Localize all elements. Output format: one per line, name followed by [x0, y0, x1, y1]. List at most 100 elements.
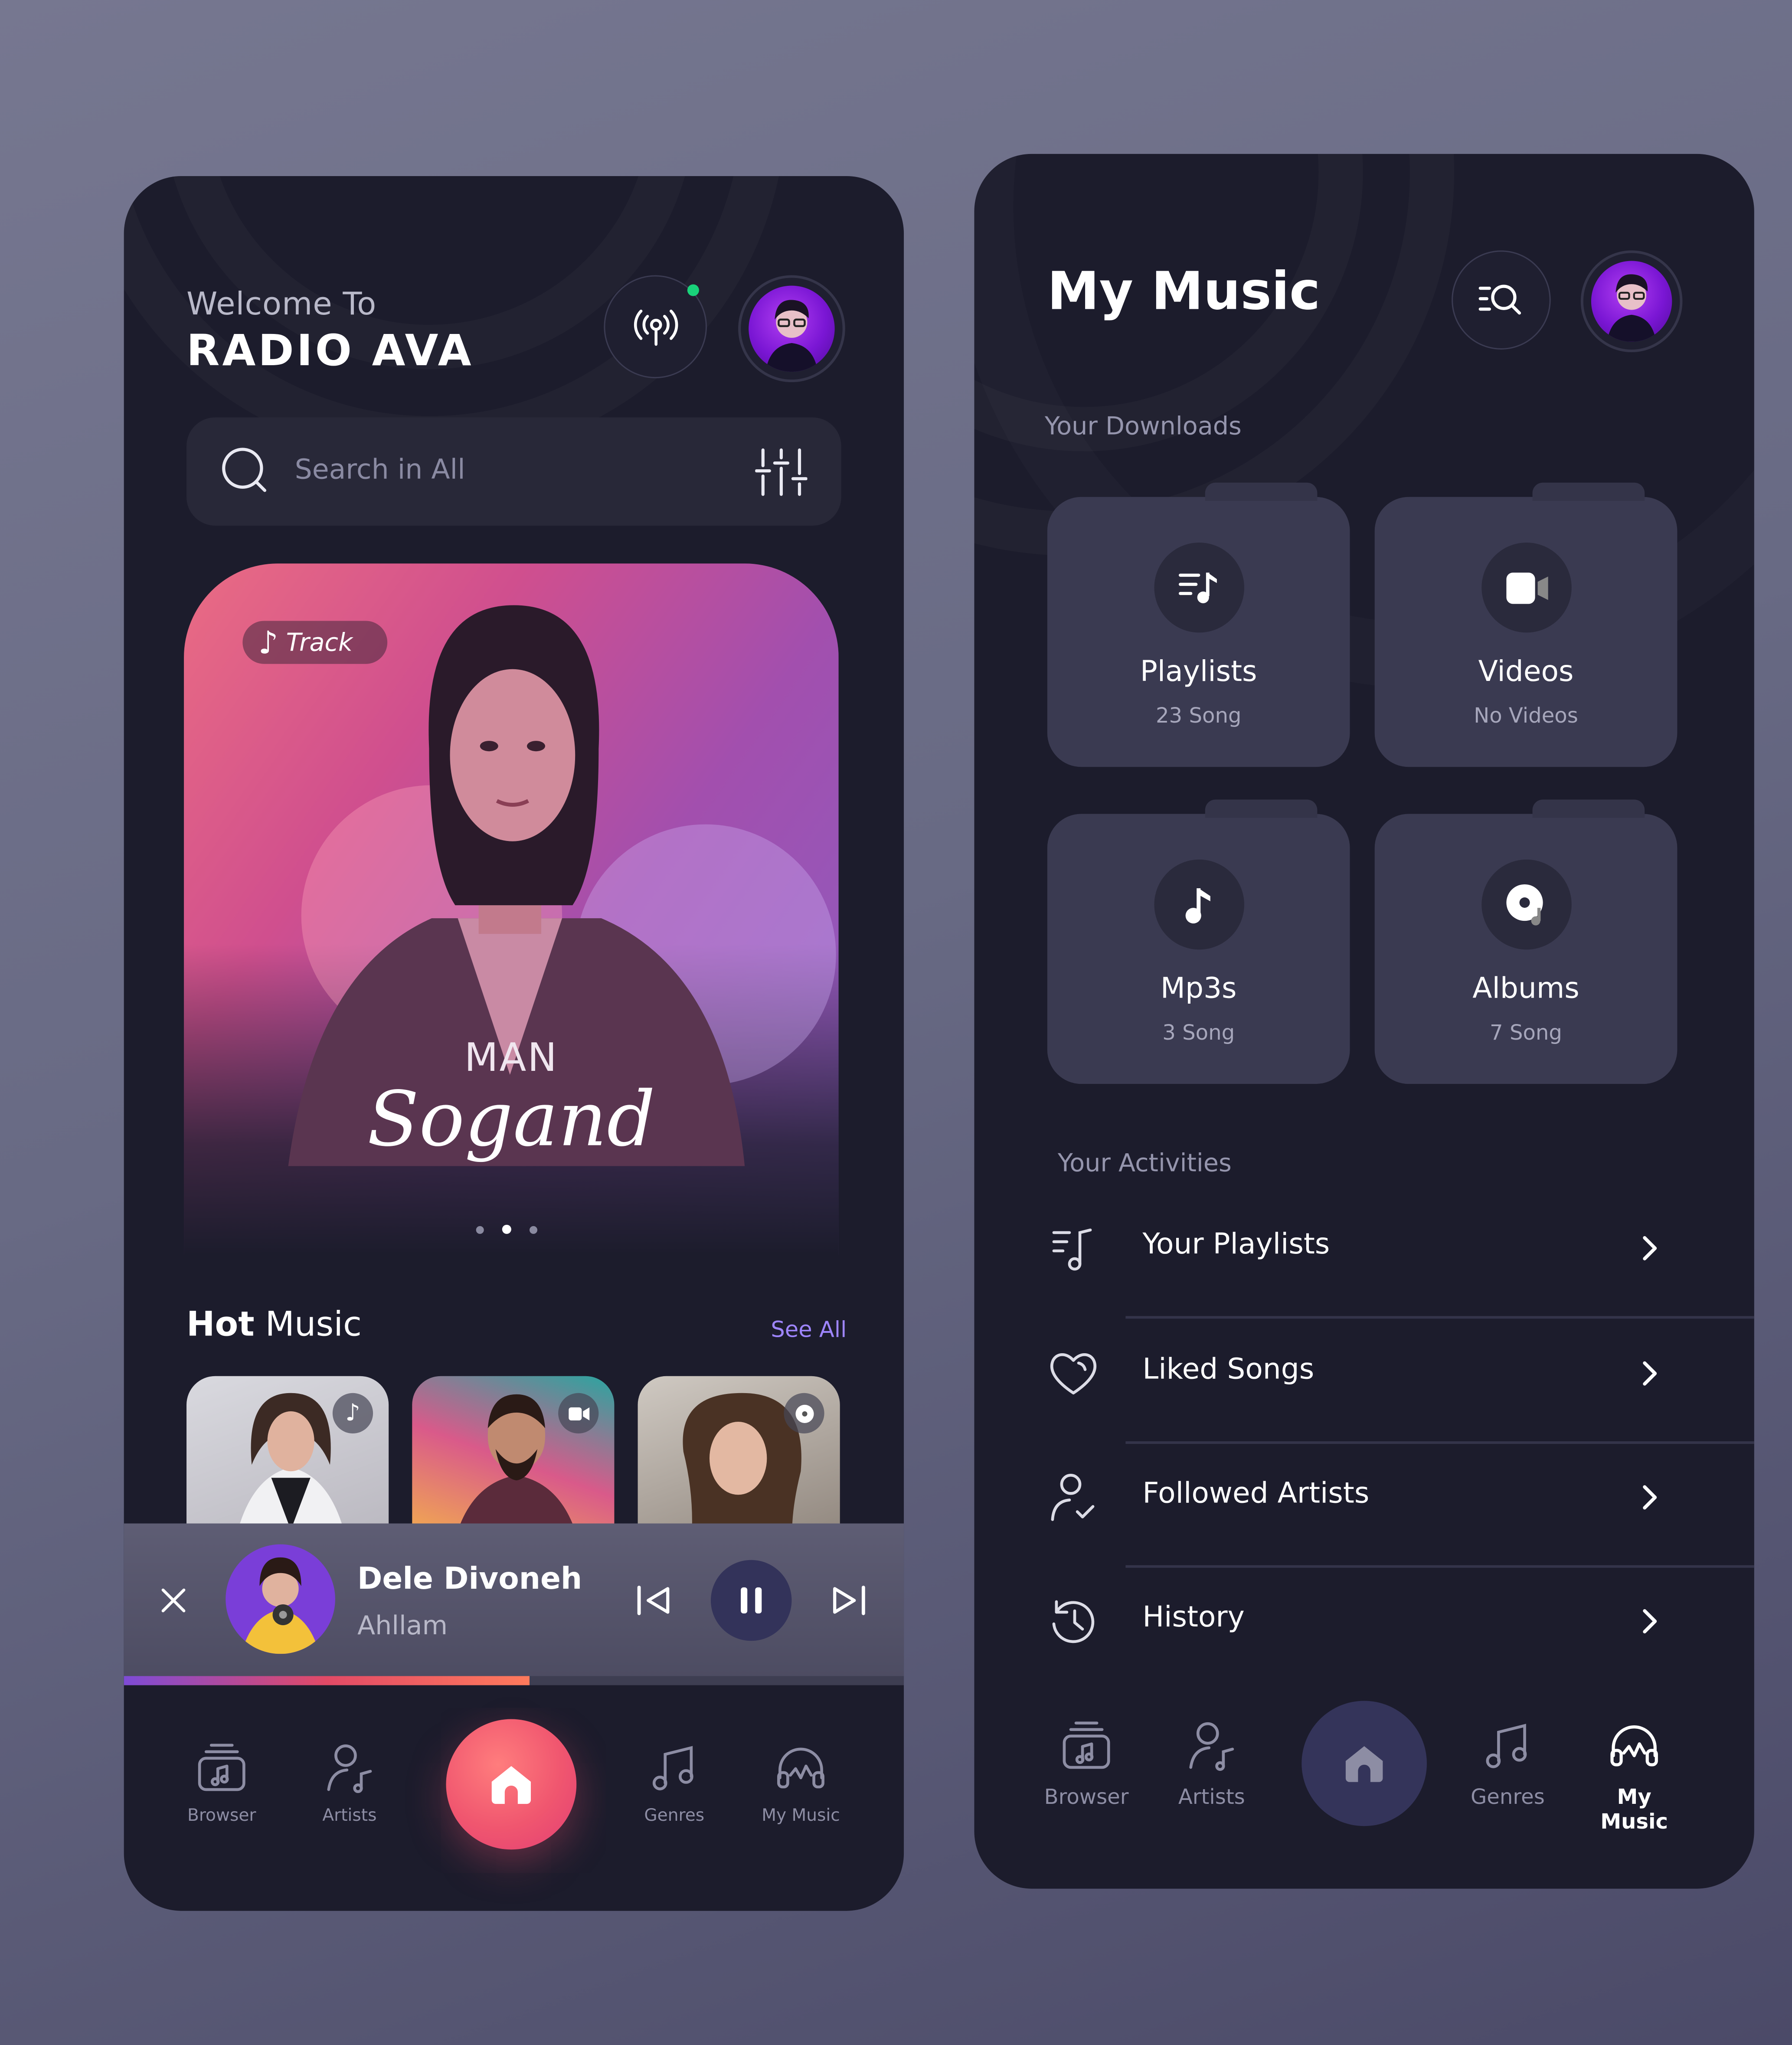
search-list-button[interactable] [1452, 250, 1551, 350]
nav-artists[interactable]: Artists [1170, 1719, 1253, 1809]
nav-label: My Music [762, 1806, 840, 1826]
section-title-hot-music: Hot Music [186, 1306, 362, 1345]
activity-your-playlists[interactable]: Your Playlists [1047, 1194, 1754, 1318]
hot-music-card[interactable] [638, 1376, 840, 1546]
browser-icon [1063, 1721, 1110, 1769]
search-input[interactable]: Search in All [295, 454, 465, 485]
hot-music-card[interactable]: ♪ [186, 1376, 389, 1546]
activity-label: Liked Songs [1142, 1354, 1315, 1387]
user-photo-icon [1607, 274, 1656, 342]
card-title: Videos [1478, 656, 1574, 689]
card-title: Albums [1472, 973, 1579, 1006]
card-title: Mp3s [1160, 973, 1237, 1006]
welcome-text: Welcome To [186, 285, 377, 322]
nav-genres[interactable]: Genres [635, 1741, 713, 1826]
carousel-indicator[interactable] [476, 1224, 538, 1234]
featured-track-banner[interactable]: ♪ Track MAN Sogand [184, 563, 839, 1255]
downloads-albums-card[interactable]: Albums 7 Song [1374, 799, 1678, 1084]
card-icon [1481, 543, 1572, 633]
see-all-link[interactable]: See All [771, 1317, 847, 1343]
nav-my-music-active[interactable]: My Music [1582, 1719, 1687, 1834]
search-list-icon [1478, 285, 1521, 315]
card-subtitle: 23 Song [1155, 703, 1242, 728]
hot-title-rest: Music [254, 1306, 362, 1345]
broadcast-icon [633, 309, 677, 345]
divider [1125, 1316, 1754, 1318]
music-note-icon: ♪ [258, 624, 278, 661]
home-screen: Welcome To RADIO AVA Search in All ♪ Tra… [124, 176, 904, 1911]
user-check-icon [1051, 1473, 1095, 1521]
home-icon [491, 1766, 531, 1804]
next-track-icon[interactable] [831, 1585, 867, 1616]
now-playing-bar[interactable]: Dele Divoneh Ahllam [124, 1523, 904, 1678]
carousel-dot[interactable] [529, 1225, 538, 1234]
downloads-playlists-card[interactable]: Playlists 23 Song [1047, 482, 1350, 767]
track-type-badge [558, 1393, 599, 1434]
nav-artists[interactable]: Artists [311, 1741, 389, 1826]
headphones-icon [777, 1747, 824, 1789]
card-subtitle: No Videos [1474, 703, 1578, 728]
section-label-downloads: Your Downloads [1044, 412, 1242, 441]
close-icon[interactable] [160, 1587, 186, 1613]
avatar [1591, 261, 1672, 342]
page-title: My Music [1047, 262, 1321, 322]
nav-my-music[interactable]: My Music [755, 1741, 847, 1826]
music-note-icon: ♪ [345, 1399, 360, 1427]
artists-icon [327, 1744, 372, 1793]
card-subtitle: 3 Song [1162, 1020, 1235, 1045]
chevron-right-icon [1643, 1609, 1657, 1634]
pause-button[interactable] [710, 1560, 792, 1641]
card-subtitle: 7 Song [1490, 1020, 1562, 1045]
activity-followed-artists[interactable]: Followed Artists [1047, 1443, 1754, 1567]
brand-logo: RADIO AVA [186, 324, 474, 376]
music-note-icon [1185, 887, 1210, 923]
profile-avatar[interactable] [738, 275, 845, 383]
nav-browser[interactable]: Browser [183, 1741, 261, 1826]
profile-avatar[interactable] [1580, 250, 1683, 352]
activity-liked-songs[interactable]: Liked Songs [1047, 1319, 1754, 1443]
playlist-icon [1178, 572, 1216, 603]
activity-label: History [1142, 1601, 1245, 1635]
filter-sliders-icon[interactable] [755, 448, 808, 497]
nav-label: Artists [1178, 1784, 1245, 1809]
nav-browser[interactable]: Browser [1040, 1719, 1134, 1809]
track-type-badge: ♪ [332, 1393, 373, 1434]
carousel-dot-active[interactable] [502, 1224, 511, 1234]
activity-label: Your Playlists [1142, 1228, 1330, 1262]
nav-label: Genres [1471, 1784, 1545, 1809]
pause-icon [741, 1587, 762, 1614]
downloads-mp3s-card[interactable]: Mp3s 3 Song [1047, 799, 1350, 1084]
home-button[interactable] [1301, 1701, 1427, 1826]
playlist-icon [1052, 1228, 1092, 1271]
nav-label: Artists [322, 1806, 377, 1826]
album-icon [795, 1404, 814, 1423]
heart-icon [1050, 1353, 1097, 1395]
playback-progress-fill [124, 1676, 530, 1685]
nav-genres[interactable]: Genres [1467, 1719, 1548, 1809]
folder-tab [1205, 482, 1318, 501]
track-badge: ♪ Track [242, 621, 388, 664]
card-icon [1154, 543, 1244, 633]
now-playing-title: Dele Divoneh [357, 1562, 582, 1597]
search-bar[interactable]: Search in All [186, 417, 841, 526]
card-title: Playlists [1140, 656, 1257, 689]
home-icon [1345, 1746, 1383, 1782]
downloads-videos-card[interactable]: Videos No Videos [1374, 482, 1678, 767]
home-button[interactable] [446, 1719, 577, 1850]
my-music-screen: My Music Your Downloads Playlists 23 Son… [974, 154, 1754, 1889]
folder-tab [1532, 482, 1645, 501]
chevron-right-icon [1643, 1361, 1657, 1386]
playback-progress[interactable] [124, 1676, 904, 1685]
genres-icon [1486, 1724, 1527, 1768]
nav-label: My Music [1600, 1784, 1668, 1834]
carousel-dot[interactable] [476, 1225, 484, 1234]
chevron-right-icon [1643, 1485, 1657, 1510]
hero-title: Sogand [367, 1075, 655, 1164]
activity-history[interactable]: History [1047, 1567, 1754, 1691]
folder-tab [1205, 799, 1318, 818]
hot-music-card[interactable] [412, 1376, 615, 1546]
hot-title-bold: Hot [186, 1306, 255, 1345]
folder-tab [1532, 799, 1645, 818]
nav-label: Genres [644, 1806, 705, 1826]
previous-track-icon[interactable] [635, 1585, 672, 1616]
